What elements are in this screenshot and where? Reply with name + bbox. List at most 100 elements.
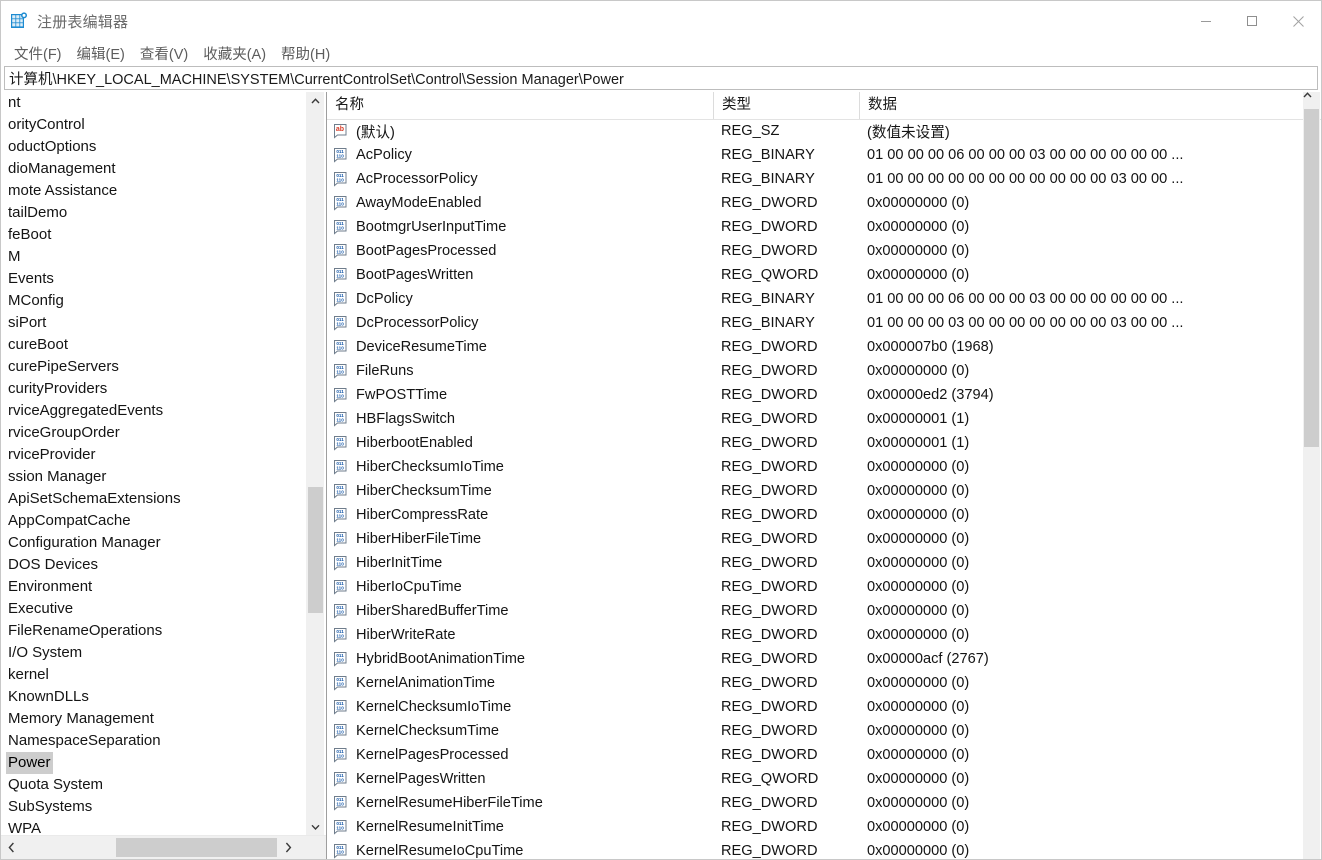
tree-item[interactable]: Power [1, 752, 298, 774]
tree-item[interactable]: Configuration Manager [1, 532, 298, 554]
value-row[interactable]: 011 110 HBFlagsSwitch REG_DWORD 0x00000001 (… [327, 407, 1296, 431]
value-row[interactable]: 011 110 HiberCompressRate REG_DWORD 0x000000… [327, 503, 1296, 527]
tree-item[interactable]: curePipeServers [1, 356, 298, 378]
value-row[interactable]: 011 110 AcProcessorPolicy REG_BINARY 01 00 0… [327, 167, 1296, 191]
column-header-data[interactable]: 数据 [859, 92, 1321, 119]
value-row[interactable]: 011 110 KernelPagesProcessed REG_DWORD 0x000… [327, 743, 1296, 767]
tree-item[interactable]: I/O System [1, 642, 298, 664]
tree-item[interactable]: NamespaceSeparation [1, 730, 298, 752]
menu-item-file[interactable]: 文件(F) [8, 42, 71, 66]
value-row[interactable]: 011 110 BootmgrUserInputTime REG_DWORD 0x000… [327, 215, 1296, 239]
tree-vertical-scrollbar[interactable] [306, 92, 324, 835]
value-row[interactable]: 011 110 KernelResumeInitTime REG_DWORD 0x000… [327, 815, 1296, 839]
tree-item[interactable]: ssion Manager [1, 466, 298, 488]
value-row[interactable]: 011 110 HybridBootAnimationTime REG_DWORD 0x… [327, 647, 1296, 671]
value-row[interactable]: 011 110 HiberbootEnabled REG_DWORD 0x0000000… [327, 431, 1296, 455]
value-row[interactable]: 011 110 AwayModeEnabled REG_DWORD 0x00000000… [327, 191, 1296, 215]
tree-horizontal-scrollbar[interactable] [1, 835, 326, 859]
menu-item-edit[interactable]: 编辑(E) [71, 42, 134, 66]
svg-text:110: 110 [336, 585, 344, 590]
tree-hscrollbar-thumb[interactable] [116, 838, 277, 857]
tree-scroll-down-button[interactable] [307, 818, 324, 835]
tree-item[interactable]: nt [1, 92, 298, 114]
value-row[interactable]: 011 110 KernelPagesWritten REG_QWORD 0x00000… [327, 767, 1296, 791]
tree-item[interactable]: orityControl [1, 114, 298, 136]
value-list[interactable]: ab (默认) REG_SZ (数值未设置) 011 110 AcPolicy REG_BIN… [327, 119, 1296, 859]
tree-item[interactable]: KnownDLLs [1, 686, 298, 708]
list-vertical-scrollbar[interactable] [1303, 92, 1320, 859]
address-bar[interactable]: 计算机\HKEY_LOCAL_MACHINE\SYSTEM\CurrentCon… [4, 66, 1318, 90]
tree-item[interactable]: mote Assistance [1, 180, 298, 202]
tree-item[interactable]: Environment [1, 576, 298, 598]
value-row[interactable]: 011 110 BootPagesProcessed REG_DWORD 0x00000… [327, 239, 1296, 263]
maximize-button[interactable] [1229, 1, 1275, 41]
tree-item[interactable]: kernel [1, 664, 298, 686]
value-data: 0x00000000 (0) [867, 699, 970, 715]
tree-item[interactable]: oductOptions [1, 136, 298, 158]
value-row[interactable]: 011 110 AcPolicy REG_BINARY 01 00 00 00 06 0… [327, 143, 1296, 167]
tree-item[interactable]: ApiSetSchemaExtensions [1, 488, 298, 510]
value-row[interactable]: 011 110 HiberInitTime REG_DWORD 0x00000000 (… [327, 551, 1296, 575]
column-header-type[interactable]: 类型 [713, 92, 859, 119]
tree-item[interactable]: curityProviders [1, 378, 298, 400]
value-row[interactable]: 011 110 KernelChecksumTime REG_DWORD 0x00000… [327, 719, 1296, 743]
value-row[interactable]: 011 110 KernelChecksumIoTime REG_DWORD 0x000… [327, 695, 1296, 719]
tree-item[interactable]: rviceGroupOrder [1, 422, 298, 444]
tree-item[interactable]: dioManagement [1, 158, 298, 180]
value-row[interactable]: 011 110 KernelResumeIoCpuTime REG_DWORD 0x00… [327, 839, 1296, 859]
tree-item[interactable]: rviceAggregatedEvents [1, 400, 298, 422]
tree-item[interactable]: Quota System [1, 774, 298, 796]
value-row[interactable]: 011 110 BootPagesWritten REG_QWORD 0x0000000… [327, 263, 1296, 287]
column-header-name[interactable]: 名称 [327, 92, 713, 119]
value-name-cell: 011 110 KernelPagesWritten [327, 771, 713, 787]
value-row[interactable]: 011 110 HiberWriteRate REG_DWORD 0x00000000 … [327, 623, 1296, 647]
value-name: HiberHiberFileTime [356, 531, 482, 547]
menu-item-help[interactable]: 帮助(H) [275, 42, 339, 66]
menu-item-favorites[interactable]: 收藏夹(A) [197, 42, 275, 66]
value-row[interactable]: 011 110 HiberIoCpuTime REG_DWORD 0x00000000 … [327, 575, 1296, 599]
tree-item[interactable]: siPort [1, 312, 298, 334]
tree-item[interactable]: DOS Devices [1, 554, 298, 576]
value-row[interactable]: 011 110 FileRuns REG_DWORD 0x00000000 (0) [327, 359, 1296, 383]
close-button[interactable] [1275, 1, 1321, 41]
menu-item-view[interactable]: 查看(V) [134, 42, 197, 66]
value-row[interactable]: 011 110 DcPolicy REG_BINARY 01 00 00 00 06 0… [327, 287, 1296, 311]
tree-item[interactable]: AppCompatCache [1, 510, 298, 532]
maximize-icon [1247, 16, 1257, 26]
value-row[interactable]: 011 110 KernelAnimationTime REG_DWORD 0x0000… [327, 671, 1296, 695]
tree-item[interactable]: MConfig [1, 290, 298, 312]
tree-item[interactable]: M [1, 246, 298, 268]
value-list-header: 名称 类型 数据 [327, 92, 1321, 120]
tree-item[interactable]: feBoot [1, 224, 298, 246]
tree-item[interactable]: Executive [1, 598, 298, 620]
value-data: 0x00000000 (0) [867, 507, 970, 523]
tree-item[interactable]: Memory Management [1, 708, 298, 730]
list-scroll-up-button[interactable] [1303, 92, 1320, 98]
tree-scroll-up-button[interactable] [307, 92, 324, 109]
value-row[interactable]: 011 110 HiberChecksumTime REG_DWORD 0x000000… [327, 479, 1296, 503]
value-row[interactable]: 011 110 KernelResumeHiberFileTime REG_DWORD… [327, 791, 1296, 815]
tree-item[interactable]: rviceProvider [1, 444, 298, 466]
value-name: HBFlagsSwitch [356, 411, 455, 427]
value-row[interactable]: 011 110 FwPOSTTime REG_DWORD 0x00000ed2 (379… [327, 383, 1296, 407]
value-row[interactable]: 011 110 DcProcessorPolicy REG_BINARY 01 00 0… [327, 311, 1296, 335]
tree-item[interactable]: cureBoot [1, 334, 298, 356]
tree-scroll-right-button[interactable] [278, 836, 298, 859]
tree-item-label: Memory Management [8, 710, 154, 727]
value-row[interactable]: 011 110 HiberHiberFileTime REG_DWORD 0x00000… [327, 527, 1296, 551]
tree-item[interactable]: FileRenameOperations [1, 620, 298, 642]
tree-item[interactable]: WPA [1, 818, 298, 835]
list-scrollbar-thumb[interactable] [1304, 109, 1319, 447]
binary-value-icon: 011 110 [333, 147, 349, 163]
tree-scroll-left-button[interactable] [1, 836, 21, 859]
tree-item[interactable]: tailDemo [1, 202, 298, 224]
tree-item[interactable]: Events [1, 268, 298, 290]
value-row[interactable]: 011 110 HiberChecksumIoTime REG_DWORD 0x0000… [327, 455, 1296, 479]
registry-tree[interactable]: nt orityControl oductOptions dioManagement m… [1, 92, 298, 835]
value-row[interactable]: 011 110 DeviceResumeTime REG_DWORD 0x000007b… [327, 335, 1296, 359]
value-row[interactable]: ab (默认) REG_SZ (数值未设置) [327, 119, 1296, 143]
minimize-button[interactable] [1183, 1, 1229, 41]
value-row[interactable]: 011 110 HiberSharedBufferTime REG_DWORD 0x00… [327, 599, 1296, 623]
tree-item[interactable]: SubSystems [1, 796, 298, 818]
tree-scrollbar-thumb[interactable] [308, 487, 323, 613]
